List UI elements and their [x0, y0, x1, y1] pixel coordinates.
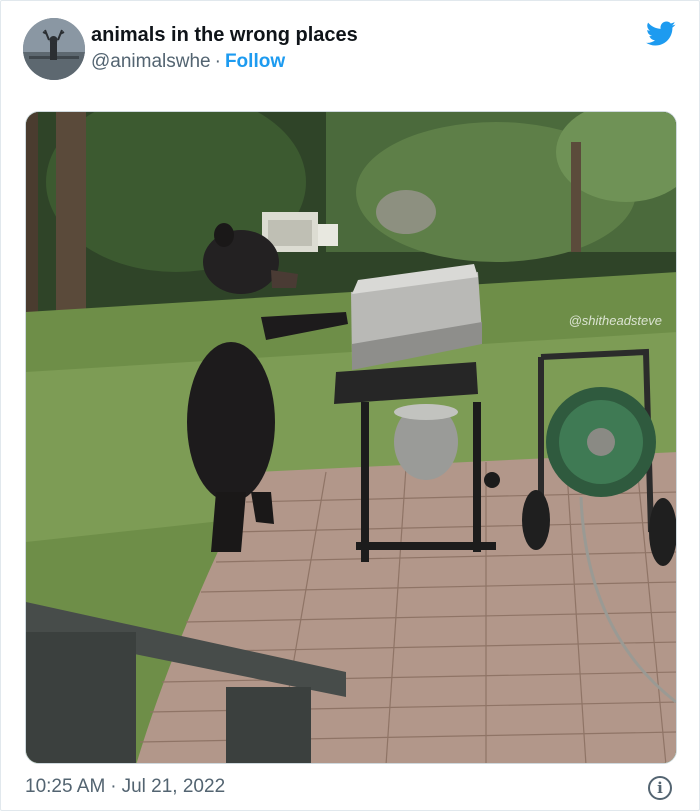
avatar-image	[23, 18, 85, 80]
photo-bear-at-grill	[26, 112, 676, 763]
handle-row: @animalswhe · Follow	[91, 51, 285, 73]
separator-dot: ·	[214, 51, 221, 72]
tweet-photo[interactable]: @shitheadsteve	[25, 111, 677, 764]
tweet-card: animals in the wrong places @animalswhe ·…	[0, 0, 700, 811]
twitter-bird-icon[interactable]	[646, 21, 676, 47]
avatar[interactable]	[23, 18, 85, 80]
display-name[interactable]: animals in the wrong places	[91, 24, 358, 47]
photo-watermark: @shitheadsteve	[568, 313, 662, 328]
follow-button[interactable]: Follow	[225, 51, 285, 72]
separator-dot: ·	[110, 776, 117, 797]
tweet-date: Jul 21, 2022	[121, 776, 226, 797]
tweet-time: 10:25 AM	[25, 776, 106, 797]
tweet-timestamp[interactable]: 10:25 AM · Jul 21, 2022	[25, 776, 225, 798]
user-handle[interactable]: @animalswhe	[91, 51, 211, 72]
info-icon[interactable]: i	[648, 776, 672, 800]
